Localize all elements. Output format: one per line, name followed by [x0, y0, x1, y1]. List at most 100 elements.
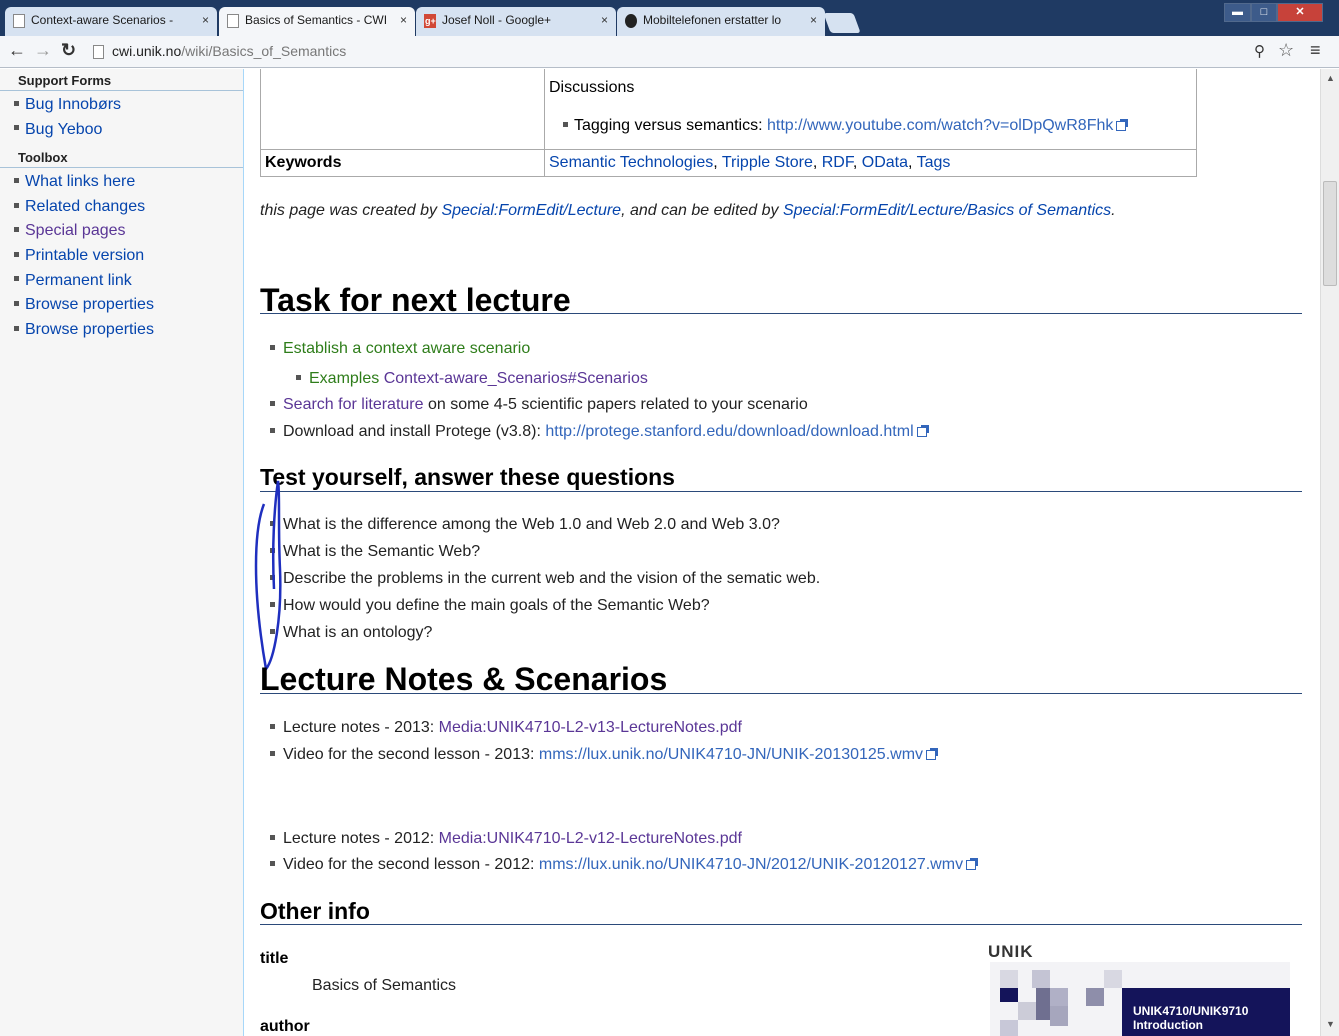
back-arrow-icon[interactable]: ←: [8, 40, 26, 61]
bullet: [270, 860, 275, 866]
tab-basics-of-semantics[interactable]: Basics of Semantics - CWI ×: [219, 7, 415, 36]
bullet: [270, 834, 275, 840]
notes-link[interactable]: Media:UNIK4710-L2-v12-LectureNotes.pdf: [439, 830, 742, 847]
browser-toolbar: ← → ↻ cwi.unik.no/wiki/Basics_of_Semanti…: [0, 36, 1339, 68]
task-item-text: Download and install Protege (v3.8):: [283, 423, 546, 440]
sidebar-heading-toolbox: Toolbox: [0, 146, 243, 169]
close-tab-icon[interactable]: ×: [810, 13, 817, 27]
sidebar-link[interactable]: What links here: [25, 173, 135, 190]
tab-mobiltelefonen[interactable]: Mobiltelefonen erstatter lo ×: [617, 7, 825, 36]
keyword-link[interactable]: Semantic Technologies: [549, 154, 713, 171]
scroll-up-icon[interactable]: ▲: [1326, 73, 1335, 83]
sidebar-item-related-changes[interactable]: Related changes: [12, 195, 243, 220]
notes-link[interactable]: mms://lux.unik.no/UNIK4710-JN/2012/UNIK-…: [539, 856, 963, 873]
test-heading: Test yourself, answer these questions: [260, 464, 675, 490]
credit-link-create[interactable]: Special:FormEdit/Lecture: [441, 202, 621, 219]
sidebar-link[interactable]: Bug Yeboo: [25, 121, 102, 138]
sidebar-item-printable-version[interactable]: Printable version: [12, 244, 243, 269]
task-link-examples[interactable]: Examples: [309, 370, 379, 387]
slide-title-line2: Introduction: [1133, 1018, 1203, 1032]
tagging-text: Tagging versus semantics:: [574, 117, 767, 134]
title-label: title: [260, 950, 289, 967]
task-link-scenario[interactable]: Establish a context aware scenario: [283, 340, 530, 357]
notes-item: Video for the second lesson - 2013: mms:…: [270, 746, 939, 764]
sidebar-link[interactable]: Browse properties: [25, 296, 154, 313]
tagging-link[interactable]: http://www.youtube.com/watch?v=olDpQwR8F…: [767, 117, 1113, 134]
sidebar-item-bug-yeboo[interactable]: Bug Yeboo: [12, 118, 243, 143]
task-link-literature[interactable]: Search for literature: [283, 396, 424, 413]
forward-arrow-icon[interactable]: →: [34, 40, 52, 61]
protege-link[interactable]: http://protege.stanford.edu/download/dow…: [545, 423, 913, 440]
url-path: /wiki/Basics_of_Semantics: [181, 43, 347, 59]
address-bar[interactable]: cwi.unik.no/wiki/Basics_of_Semantics: [112, 43, 346, 59]
credit-middle: , and can be edited by: [621, 202, 783, 219]
bullet: [14, 100, 19, 106]
sidebar-link[interactable]: Browse properties: [25, 321, 154, 338]
sidebar-item-what-links-here[interactable]: What links here: [12, 170, 243, 195]
maximize-button[interactable]: □: [1251, 3, 1277, 22]
bullet: [563, 121, 568, 127]
bullet: [14, 276, 19, 282]
tab-label: Context-aware Scenarios -: [31, 13, 174, 27]
new-tab-button[interactable]: [823, 13, 861, 33]
close-tab-icon[interactable]: ×: [400, 13, 407, 27]
gplus-icon: g+: [424, 14, 436, 28]
sidebar: Support Forms Bug Innobørs Bug Yeboo Too…: [0, 69, 243, 1036]
sidebar-link[interactable]: Special pages: [25, 222, 126, 239]
external-link-icon: [966, 857, 979, 870]
bullet: [270, 750, 275, 756]
task-link-scenarios[interactable]: Context-aware_Scenarios#Scenarios: [384, 370, 648, 387]
pen-annotation: [254, 480, 282, 672]
bookmark-star-icon[interactable]: ☆: [1278, 40, 1294, 61]
notes-item: Video for the second lesson - 2012: mms:…: [270, 856, 979, 874]
vertical-scrollbar[interactable]: ▲ ▼: [1320, 69, 1339, 1036]
sidebar-link[interactable]: Related changes: [25, 198, 145, 215]
external-link-icon: [926, 747, 939, 760]
divider: [260, 924, 1302, 925]
sidebar-item-bug-innobors[interactable]: Bug Innobørs: [12, 93, 243, 118]
slide-square: [1000, 988, 1018, 1002]
lecture-info-table: Discussions Tagging versus semantics: ht…: [260, 69, 1197, 177]
keyword-link[interactable]: Tags: [917, 154, 951, 171]
notes-item: Lecture notes - 2012: Media:UNIK4710-L2-…: [270, 830, 742, 848]
question-item: Describe the problems in the current web…: [270, 570, 820, 588]
bullet: [14, 202, 19, 208]
close-window-button[interactable]: ✕: [1277, 3, 1323, 22]
sidebar-link[interactable]: Permanent link: [25, 272, 132, 289]
zoom-icon[interactable]: ⚲: [1254, 42, 1265, 60]
notes-item-text: Lecture notes - 2013:: [283, 719, 439, 736]
reload-icon[interactable]: ↻: [61, 40, 76, 61]
sidebar-item-special-pages[interactable]: Special pages: [12, 219, 243, 244]
browser-tab-strip: Context-aware Scenarios - × Basics of Se…: [0, 0, 1339, 36]
tab-josef-noll[interactable]: g+ Josef Noll - Google+ ×: [416, 7, 616, 36]
table-row: Keywords Semantic Technologies, Tripple …: [260, 148, 1197, 177]
sidebar-item-permanent-link[interactable]: Permanent link: [12, 269, 243, 294]
divider: [260, 693, 1302, 694]
credit-link-edit[interactable]: Special:FormEdit/Lecture/Basics of Seman…: [783, 202, 1111, 219]
sidebar-link[interactable]: Bug Innobørs: [25, 96, 121, 113]
close-tab-icon[interactable]: ×: [601, 13, 608, 27]
keyword-link[interactable]: RDF: [822, 154, 853, 171]
tab-context-aware-scenarios[interactable]: Context-aware Scenarios - ×: [5, 7, 217, 36]
menu-icon[interactable]: ≡: [1310, 40, 1321, 61]
minimize-button[interactable]: ▬: [1224, 3, 1251, 22]
slide-square: [1000, 970, 1018, 988]
notes-link[interactable]: Media:UNIK4710-L2-v13-LectureNotes.pdf: [439, 719, 742, 736]
close-tab-icon[interactable]: ×: [202, 13, 209, 27]
site-icon: [625, 14, 637, 28]
divider: [260, 313, 1302, 314]
notes-item-text: Video for the second lesson - 2012:: [283, 856, 539, 873]
sidebar-item-browse-properties-2[interactable]: Browse properties: [12, 318, 243, 343]
sidebar-link[interactable]: Printable version: [25, 247, 144, 264]
scroll-down-icon[interactable]: ▼: [1326, 1019, 1335, 1029]
scrollbar-thumb[interactable]: [1323, 181, 1337, 286]
sidebar-item-browse-properties[interactable]: Browse properties: [12, 293, 243, 318]
bullet: [14, 177, 19, 183]
url-domain: cwi.unik.no: [112, 43, 182, 59]
notes-link[interactable]: mms://lux.unik.no/UNIK4710-JN/UNIK-20130…: [539, 746, 923, 763]
table-cell: [260, 69, 545, 150]
keyword-link[interactable]: Tripple Store: [722, 154, 813, 171]
list-item: Tagging versus semantics: http://www.you…: [561, 117, 1192, 135]
notes-item: Lecture notes - 2013: Media:UNIK4710-L2-…: [270, 719, 742, 737]
keyword-link[interactable]: OData: [862, 154, 908, 171]
